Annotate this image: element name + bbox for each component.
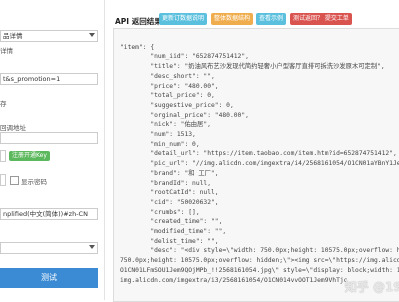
key-input[interactable] <box>0 150 6 162</box>
code-line: "orginal_price": "480.00", <box>120 111 249 119</box>
secret-input[interactable] <box>0 174 6 186</box>
language-select-value: nplified(中文(简体))#zh-CN <box>3 210 88 218</box>
code-line: "brandId": null, <box>120 179 211 187</box>
language-select[interactable]: nplified(中文(简体))#zh-CN <box>0 208 98 220</box>
callback-label: 回调地址 <box>0 124 26 132</box>
code-line: "desc_short": "", <box>120 72 215 80</box>
json-result-box[interactable]: "item": { "num_iid": "652874751412", "ti… <box>113 28 399 302</box>
register-key-button[interactable]: 注册开通Key <box>9 151 50 161</box>
code-line: 750.0px;height: 10575.0px;overflow: hidd… <box>120 257 399 265</box>
code-line: "item": { <box>120 43 155 51</box>
code-line: "delist_time": "", <box>120 237 219 245</box>
watermark: 知乎 @195 <box>344 280 399 294</box>
code-line: "detail_url": "https://item.taobao.com/i… <box>120 150 397 158</box>
chevron-down-icon <box>89 245 95 249</box>
code-line: "num": 1513, <box>120 131 196 139</box>
code-line: "price": "480.00", <box>120 82 219 90</box>
result-panel: API 返回结果 更新订数据说明 整体数据结构 查看示例 测试返回？ 提交工单 … <box>105 0 399 302</box>
chevron-down-icon <box>89 33 95 37</box>
left-panel: 品详情 详情 t&s_promotion=1 存 回调地址 注册开通Key 显示… <box>0 0 105 300</box>
code-line: "crumbs": [], <box>120 208 200 216</box>
code-line: "title": "奶油风布艺沙发现代简约轻奢小户型客厅直排可拆洗沙发原木可定制… <box>120 63 385 71</box>
code-line: "pic_url": "//img.alicdn.com/imgextra/i4… <box>120 160 399 168</box>
params-input[interactable]: t&s_promotion=1 <box>0 73 98 85</box>
callback-input[interactable] <box>0 132 98 144</box>
code-line: "cid": "50020632", <box>120 198 219 206</box>
code-line: "modified_time": "", <box>120 228 227 236</box>
code-line: "suggestive_price": 0, <box>120 101 234 109</box>
update-data-button[interactable]: 更新订数据说明 <box>159 13 208 25</box>
code-line: "created_time": "", <box>120 218 223 226</box>
show-password-label: 显示密码 <box>21 178 47 186</box>
code-line: O1CN01LFmSOU1Jem9QOjMPb_!!2568161054.jpg… <box>120 266 399 274</box>
format-select[interactable] <box>0 242 98 254</box>
code-line: "total_price": 0, <box>120 92 215 100</box>
test-button[interactable]: 测试 <box>0 268 98 288</box>
code-line: "nick": "佑由居", <box>120 121 211 129</box>
code-line: "desc": "<div style=\"width: 750.0px;hei… <box>150 247 399 255</box>
submit-ticket-button[interactable]: 测试返回？ 提交工单 <box>290 13 352 25</box>
code-line: "num_iid": "652874751412", <box>120 53 249 61</box>
view-example-button[interactable]: 查看示例 <box>256 13 287 25</box>
field-label-2: 存 <box>0 100 7 108</box>
field-label-1: 详情 <box>0 47 13 55</box>
json-code: "item": { "num_iid": "652874751412", "ti… <box>120 33 399 301</box>
page-title: API 返回结果 <box>115 17 162 26</box>
data-structure-button[interactable]: 整体数据结构 <box>211 13 254 25</box>
api-select-value: 品详情 <box>3 32 23 40</box>
code-line: "rootCatId": null, <box>120 189 219 197</box>
show-password-checkbox[interactable] <box>10 176 19 185</box>
api-select[interactable]: 品详情 <box>0 30 98 42</box>
code-line: "brand": "和 工厂", <box>120 169 219 177</box>
code-line: "min_num": 0, <box>120 140 200 148</box>
